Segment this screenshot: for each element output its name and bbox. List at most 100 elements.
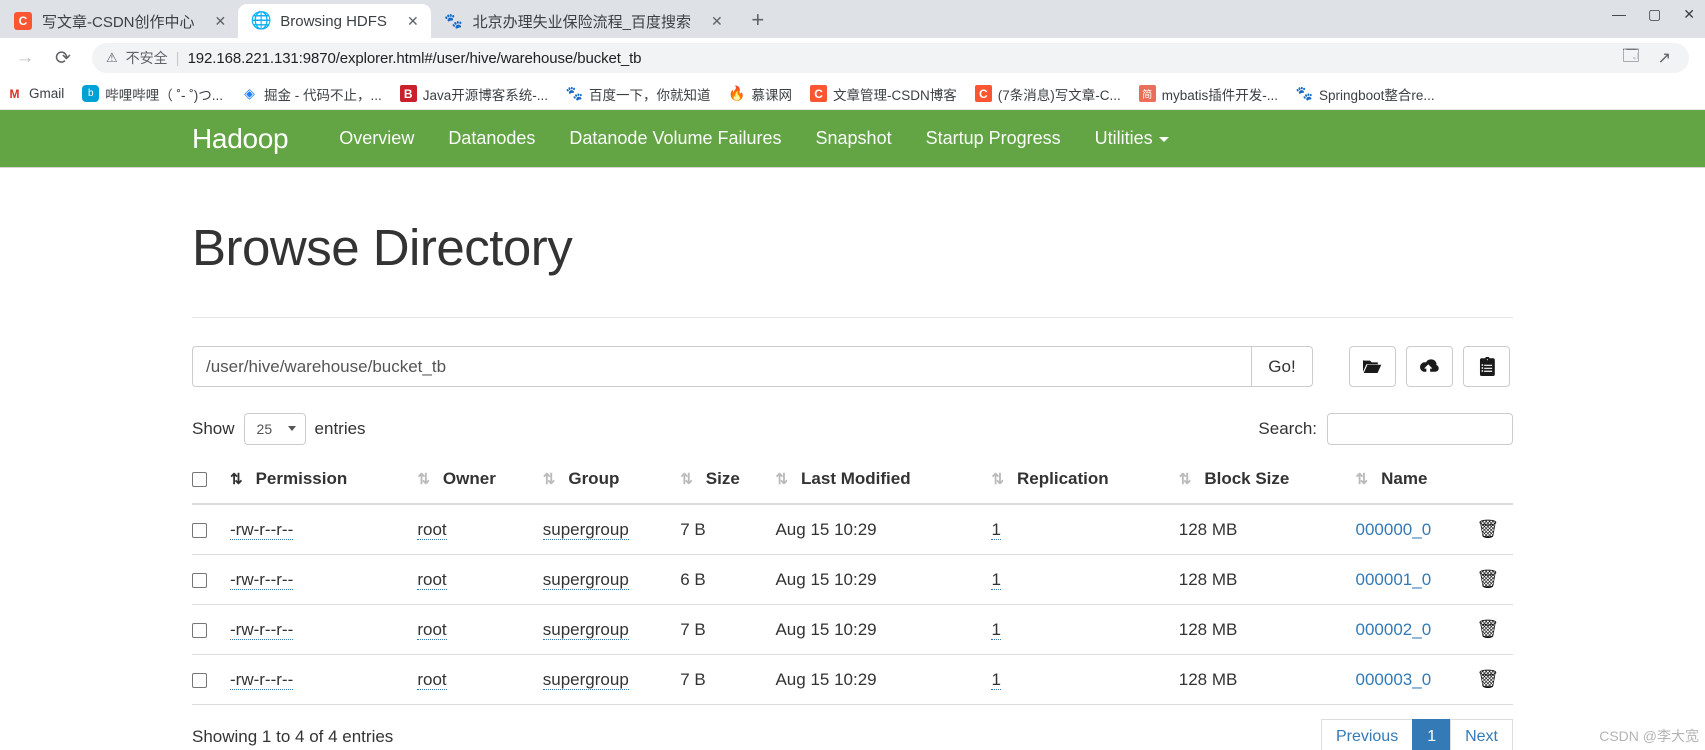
new-directory-button[interactable] xyxy=(1349,346,1396,387)
cell-owner[interactable]: root xyxy=(417,654,543,705)
browser-tab-0[interactable]: C 写文章-CSDN创作中心 ✕ xyxy=(0,4,239,38)
browser-tab-1[interactable]: 🌐 Browsing HDFS ✕ xyxy=(238,4,431,38)
browser-tab-2[interactable]: 🐾 北京办理失业保险流程_百度搜索 ✕ xyxy=(430,4,735,38)
cell-owner[interactable]: root xyxy=(417,554,543,605)
bookmark-gmail[interactable]: M Gmail xyxy=(6,85,65,102)
row-checkbox[interactable] xyxy=(192,672,207,688)
owner-value[interactable]: root xyxy=(417,619,447,640)
cell-name[interactable]: 000001_0 xyxy=(1355,554,1477,605)
group-value[interactable]: supergroup xyxy=(542,619,629,640)
permission-value[interactable]: -rw-r--r-- xyxy=(230,669,294,690)
trash-icon[interactable]: 🗑 xyxy=(1476,519,1499,539)
page-size-select[interactable]: 25 50 100 xyxy=(243,413,306,445)
bookmark-imooc[interactable]: 🔥 慕课网 xyxy=(728,84,792,104)
cell-permission[interactable]: -rw-r--r-- xyxy=(230,554,418,605)
th-owner[interactable]: ⇅ Owner xyxy=(417,459,543,505)
cell-permission[interactable]: -rw-r--r-- xyxy=(230,654,418,705)
cell-owner[interactable]: root xyxy=(417,604,543,655)
cut-paste-button[interactable] xyxy=(1463,346,1510,387)
bookmark-juejin[interactable]: ◈ 掘金 - 代码不止，... xyxy=(241,84,382,104)
cell-group[interactable]: supergroup xyxy=(542,604,681,655)
row-checkbox[interactable] xyxy=(192,622,207,638)
th-permission[interactable]: ⇅ Permission xyxy=(230,459,418,505)
cell-name[interactable]: 000003_0 xyxy=(1355,654,1477,705)
trash-icon[interactable]: 🗑 xyxy=(1476,669,1499,689)
cell-owner[interactable]: root xyxy=(417,504,543,555)
tab-close-icon[interactable]: ✕ xyxy=(215,13,227,30)
address-bar[interactable]: ⚠ 不安全 | 192.168.221.131:9870/explorer.ht… xyxy=(92,43,1689,73)
cell-group[interactable]: supergroup xyxy=(542,654,681,705)
nav-startup-progress[interactable]: Startup Progress xyxy=(909,128,1078,149)
tab-close-icon[interactable]: ✕ xyxy=(407,13,419,30)
bookmark-baidu[interactable]: 🐾 百度一下，你就知道 xyxy=(566,84,711,104)
nav-utilities[interactable]: Utilities xyxy=(1078,128,1186,149)
bookmark-bilibili[interactable]: b 哔哩哔哩（ ˚- ˚)つ... xyxy=(82,84,223,104)
th-block-size[interactable]: ⇅ Block Size xyxy=(1178,459,1356,505)
permission-value[interactable]: -rw-r--r-- xyxy=(230,569,294,590)
translate-icon[interactable]: 🗔 xyxy=(1622,45,1639,72)
trash-icon[interactable]: 🗑 xyxy=(1476,569,1499,589)
cell-delete[interactable]: 🗑 xyxy=(1476,654,1513,705)
group-value[interactable]: supergroup xyxy=(542,569,629,590)
bookmark-csdn-manage[interactable]: C 文章管理-CSDN博客 xyxy=(810,84,957,104)
file-name-link[interactable]: 000000_0 xyxy=(1356,520,1432,539)
cell-replication[interactable]: 1 xyxy=(991,554,1179,605)
owner-value[interactable]: root xyxy=(417,669,447,690)
nav-overview[interactable]: Overview xyxy=(322,128,431,149)
replication-value[interactable]: 1 xyxy=(991,569,1001,590)
permission-value[interactable]: -rw-r--r-- xyxy=(230,519,294,540)
owner-value[interactable]: root xyxy=(417,519,447,540)
file-name-link[interactable]: 000001_0 xyxy=(1356,570,1432,589)
owner-value[interactable]: root xyxy=(417,569,447,590)
th-name[interactable]: ⇅ Name xyxy=(1355,459,1477,505)
cell-name[interactable]: 000002_0 xyxy=(1355,604,1477,655)
cell-replication[interactable]: 1 xyxy=(991,504,1179,555)
select-all-checkbox[interactable] xyxy=(192,472,207,488)
search-input[interactable] xyxy=(1327,413,1513,445)
row-select-cell[interactable] xyxy=(192,604,230,655)
group-value[interactable]: supergroup xyxy=(542,669,629,690)
cell-group[interactable]: supergroup xyxy=(542,554,681,605)
pagination-next[interactable]: Next xyxy=(1450,719,1513,750)
trash-icon[interactable]: 🗑 xyxy=(1476,619,1499,639)
cell-delete[interactable]: 🗑 xyxy=(1476,504,1513,555)
bookmark-springboot[interactable]: 🐾 Springboot整合re... xyxy=(1296,84,1435,104)
cell-group[interactable]: supergroup xyxy=(542,504,681,555)
row-select-cell[interactable] xyxy=(192,654,230,705)
bookmark-mybatis[interactable]: 简 mybatis插件开发-... xyxy=(1138,84,1278,104)
nav-snapshot[interactable]: Snapshot xyxy=(799,128,909,149)
row-checkbox[interactable] xyxy=(192,522,207,538)
th-group[interactable]: ⇅ Group xyxy=(542,459,681,505)
row-select-cell[interactable] xyxy=(192,504,230,555)
bookmark-csdn-write[interactable]: C (7条消息)写文章-C... xyxy=(974,84,1121,104)
new-tab-button[interactable]: + xyxy=(743,5,773,35)
th-select-all[interactable] xyxy=(192,459,230,505)
reload-button[interactable]: ⟳ xyxy=(46,41,80,75)
group-value[interactable]: supergroup xyxy=(542,519,629,540)
maximize-icon[interactable]: ▢ xyxy=(1648,6,1661,23)
row-checkbox[interactable] xyxy=(192,572,207,588)
bookmark-java-blog[interactable]: B Java开源博客系统-... xyxy=(399,84,548,104)
forward-button[interactable]: → xyxy=(8,41,42,75)
replication-value[interactable]: 1 xyxy=(991,519,1001,540)
replication-value[interactable]: 1 xyxy=(991,619,1001,640)
cell-replication[interactable]: 1 xyxy=(991,604,1179,655)
share-icon[interactable]: ↗ xyxy=(1658,48,1671,68)
upload-files-button[interactable] xyxy=(1406,346,1453,387)
row-select-cell[interactable] xyxy=(192,554,230,605)
th-last-modified[interactable]: ⇅ Last Modified xyxy=(775,459,992,505)
go-button[interactable]: Go! xyxy=(1251,346,1313,387)
nav-datanode-volume-failures[interactable]: Datanode Volume Failures xyxy=(552,128,798,149)
close-window-icon[interactable]: ✕ xyxy=(1683,6,1695,23)
minimize-icon[interactable]: — xyxy=(1612,6,1626,23)
nav-datanodes[interactable]: Datanodes xyxy=(431,128,552,149)
cell-permission[interactable]: -rw-r--r-- xyxy=(230,504,418,555)
file-name-link[interactable]: 000003_0 xyxy=(1356,670,1432,689)
file-name-link[interactable]: 000002_0 xyxy=(1356,620,1432,639)
permission-value[interactable]: -rw-r--r-- xyxy=(230,619,294,640)
cell-permission[interactable]: -rw-r--r-- xyxy=(230,604,418,655)
th-replication[interactable]: ⇅ Replication xyxy=(991,459,1179,505)
path-input[interactable] xyxy=(192,346,1251,387)
cell-replication[interactable]: 1 xyxy=(991,654,1179,705)
replication-value[interactable]: 1 xyxy=(991,669,1001,690)
